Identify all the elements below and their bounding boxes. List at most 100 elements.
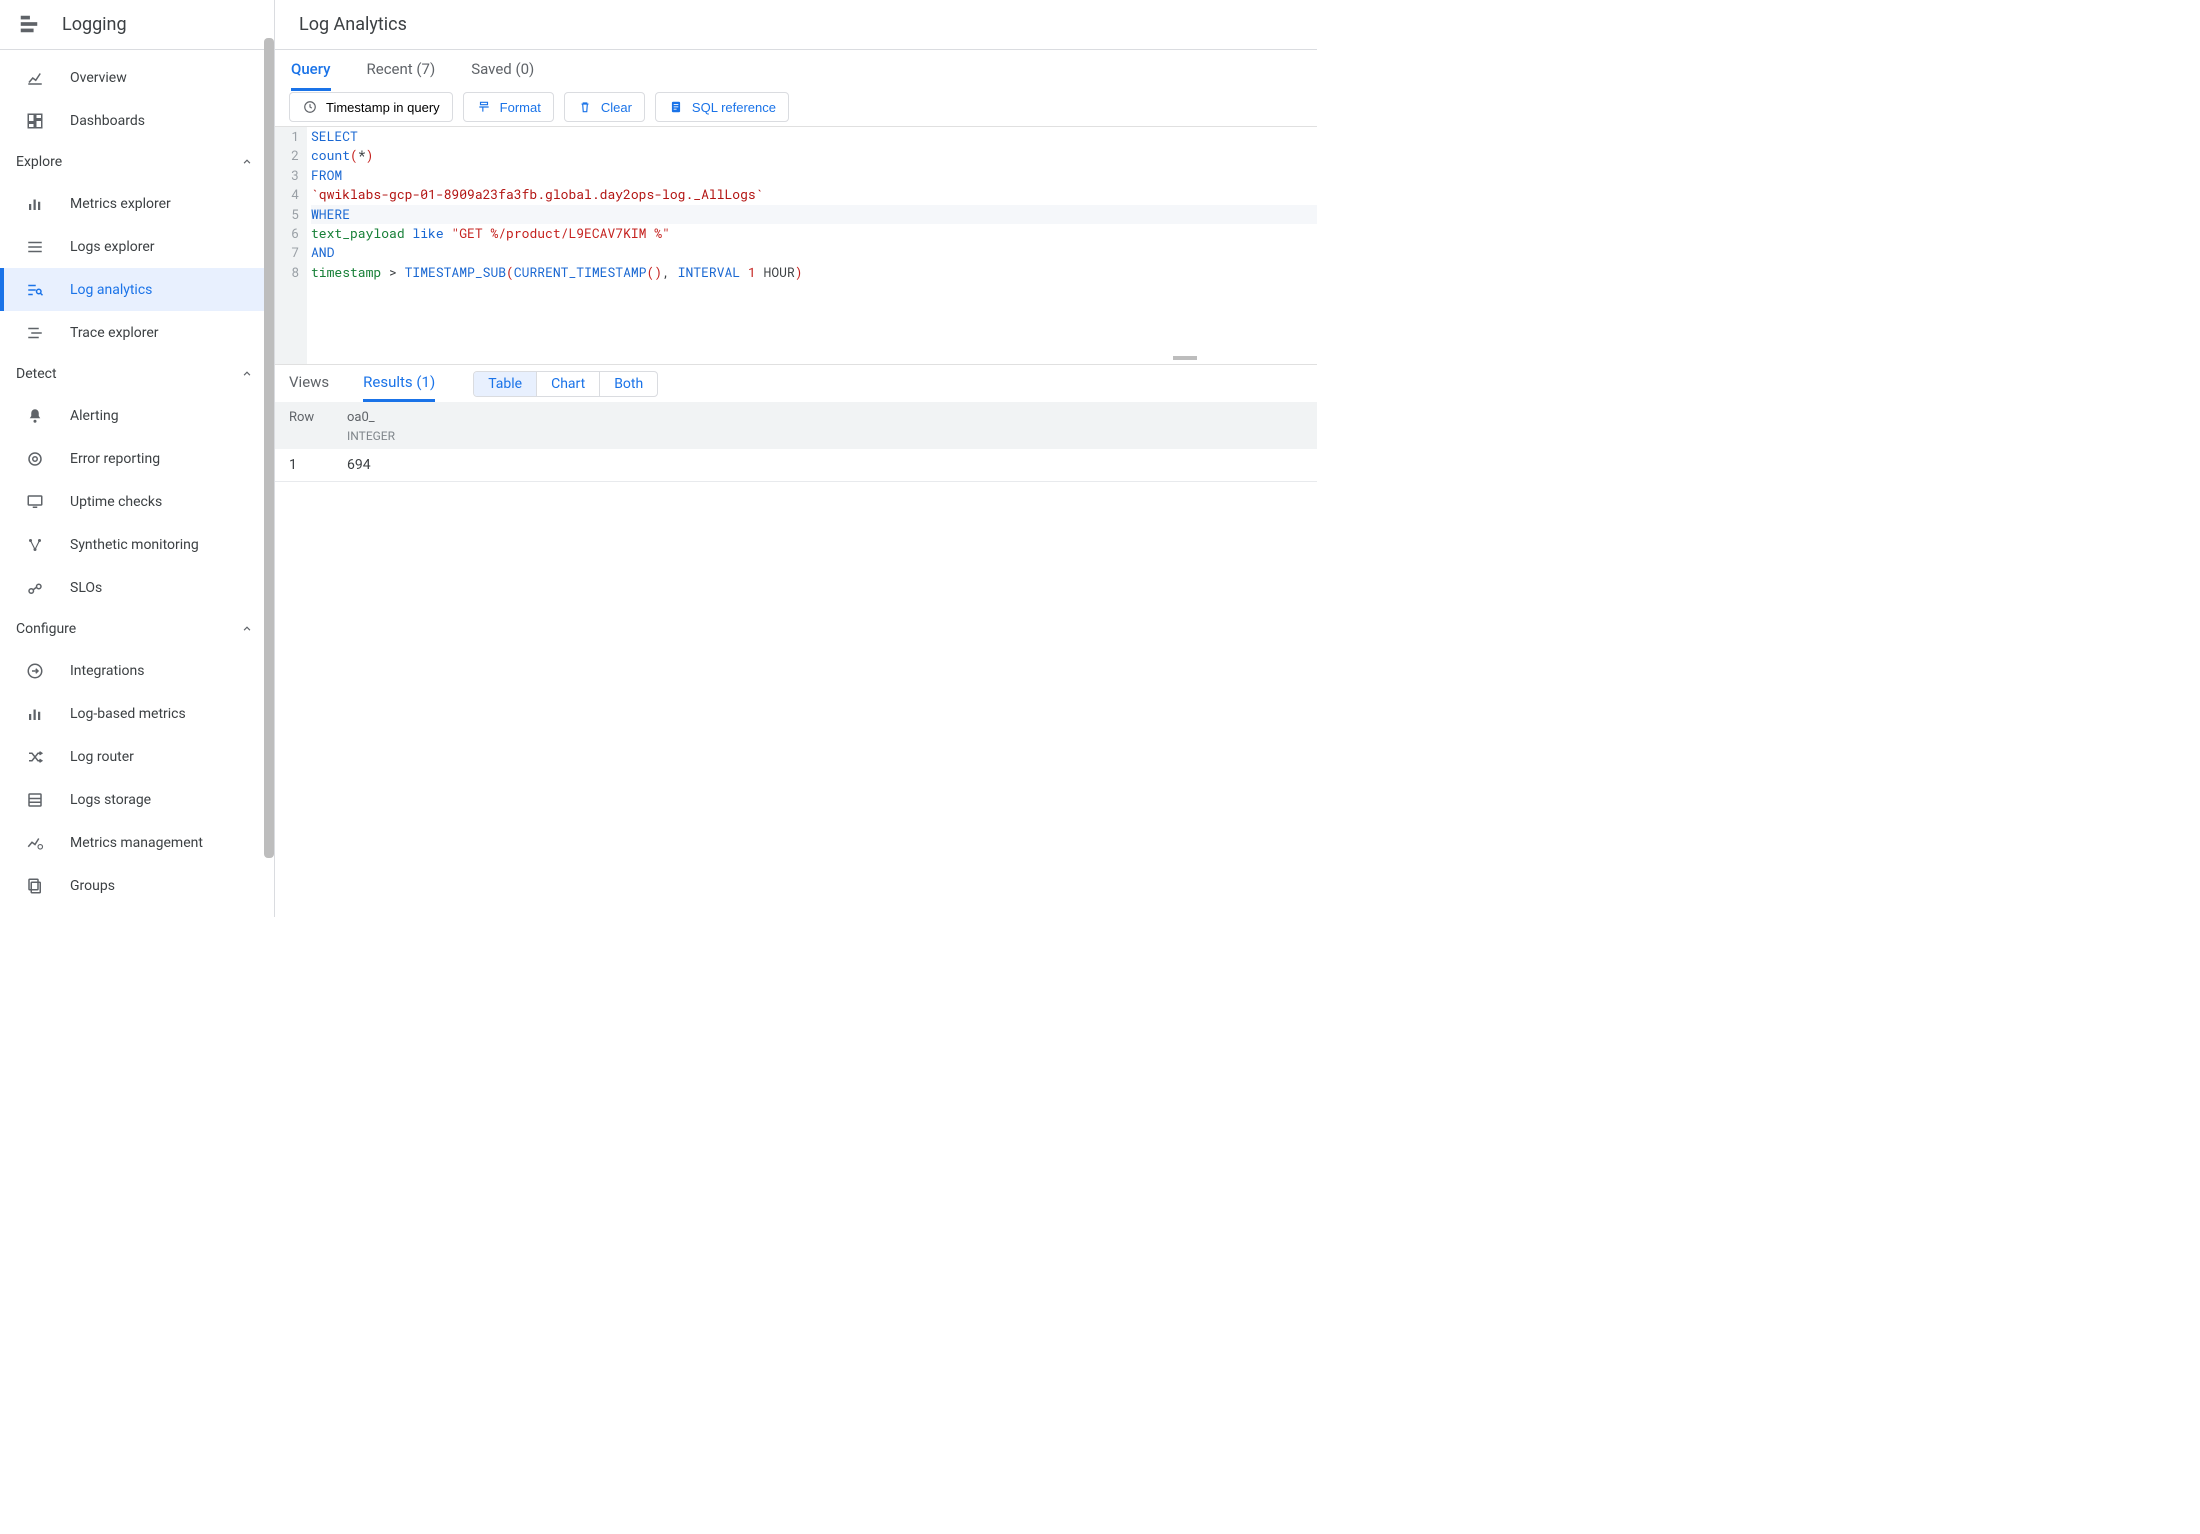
chevron-up-icon [240,622,254,636]
tab-recent[interactable]: Recent (7) [367,50,436,91]
nav-label: Log analytics [70,282,152,298]
cell-row: 1 [289,457,347,473]
col-value-label: oa0_ [347,410,395,425]
resize-handle[interactable] [1173,356,1197,360]
sql-editor[interactable]: 12345678 SELECTcount(*)FROM`qwiklabs-gcp… [275,126,1317,364]
sidebar-item-slos[interactable]: SLOs [0,566,274,609]
code-line[interactable]: AND [311,243,1317,262]
sidebar-item-trace-explorer[interactable]: Trace explorer [0,311,274,354]
sqlref-label: SQL reference [692,100,776,115]
nav-label: Uptime checks [70,494,162,510]
nav-label: Trace explorer [70,325,159,341]
nav-label: Overview [70,70,127,86]
sidebar-item-uptime-checks[interactable]: Uptime checks [0,480,274,523]
nodes-icon [24,536,46,554]
code-line[interactable]: SELECT [311,127,1317,146]
sidebar-header: Logging [0,0,274,50]
analytics-icon [24,69,46,87]
nav-label: Dashboards [70,113,145,129]
clock-icon [302,99,318,115]
main-tabs: Query Recent (7) Saved (0) [275,50,1317,90]
logging-product-icon [18,13,42,37]
page-title: Log Analytics [299,14,407,35]
code-line[interactable]: count(*) [311,146,1317,165]
bell-icon [24,407,46,425]
chevron-up-icon [240,367,254,381]
bar-icon [24,705,46,723]
code-line[interactable]: text_payload like "GET %/product/L9ECAV7… [311,224,1317,243]
doc-icon [668,99,684,115]
trash-icon [577,99,593,115]
sidebar-item-metrics-management[interactable]: Metrics management [0,821,274,864]
monitor-icon [24,493,46,511]
bar-icon [24,195,46,213]
code-line[interactable]: timestamp > TIMESTAMP_SUB(CURRENT_TIMEST… [311,263,1317,282]
section-explore[interactable]: Explore [0,142,274,182]
code-line[interactable]: FROM [311,166,1317,185]
format-icon [476,99,492,115]
sidebar-item-logs-explorer[interactable]: Logs explorer [0,225,274,268]
target-icon [24,450,46,468]
section-detect[interactable]: Detect [0,354,274,394]
sidebar-item-logs-storage[interactable]: Logs storage [0,778,274,821]
dashboard-icon [24,112,46,130]
results-bar: Views Results (1) TableChartBoth [275,364,1317,402]
lines-icon [24,238,46,256]
code-line[interactable]: `qwiklabs-gcp-01-8909a23fa3fb.global.day… [311,185,1317,204]
col-row-label: Row [289,410,347,443]
section-label: Configure [16,621,76,637]
col-value-type: INTEGER [347,429,395,443]
sidebar-item-synthetic-monitoring[interactable]: Synthetic monitoring [0,523,274,566]
view-mode-chart[interactable]: Chart [537,372,600,396]
results-tab-results[interactable]: Results (1) [363,365,435,402]
shuffle-icon [24,748,46,766]
sidebar-item-overview[interactable]: Overview [0,56,274,99]
sidebar: Logging Overview Dashboards Explore Metrics… [0,0,275,917]
sidebar-item-log-router[interactable]: Log router [0,735,274,778]
view-mode-both[interactable]: Both [600,372,657,396]
clear-button[interactable]: Clear [564,92,645,122]
section-label: Detect [16,366,57,382]
main-header: Log Analytics [275,0,1317,50]
results-tab-views[interactable]: Views [289,365,329,402]
main: Log Analytics Query Recent (7) Saved (0) T… [275,0,1317,917]
sidebar-item-metrics-explorer[interactable]: Metrics explorer [0,182,274,225]
tab-query[interactable]: Query [291,50,331,91]
format-button[interactable]: Format [463,92,554,122]
nav-label: Log router [70,749,134,765]
sidebar-scrollbar[interactable] [264,38,274,858]
sidebar-title: Logging [62,14,127,35]
sidebar-item-error-reporting[interactable]: Error reporting [0,437,274,480]
nav-label: SLOs [70,580,102,596]
sql-reference-button[interactable]: SQL reference [655,92,789,122]
nav-label: Metrics explorer [70,196,171,212]
sidebar-item-log-based-metrics[interactable]: Log-based metrics [0,692,274,735]
results-header: Row oa0_ INTEGER [275,402,1317,449]
nav-label: Synthetic monitoring [70,537,199,553]
trend-gear-icon [24,834,46,852]
view-mode-table[interactable]: Table [474,372,537,396]
nav-label: Error reporting [70,451,160,467]
indent-icon [24,324,46,342]
sidebar-item-groups[interactable]: Groups [0,864,274,907]
view-mode-group: TableChartBoth [473,371,658,397]
sidebar-item-dashboards[interactable]: Dashboards [0,99,274,142]
sidebar-item-log-analytics[interactable]: Log analytics [0,268,274,311]
nav-label: Logs explorer [70,239,155,255]
nav-label: Metrics management [70,835,203,851]
format-label: Format [500,100,541,115]
nav-label: Groups [70,878,115,894]
code-line[interactable]: WHERE [311,205,1317,224]
section-configure[interactable]: Configure [0,609,274,649]
copy-icon [24,877,46,895]
tab-saved[interactable]: Saved (0) [471,50,534,91]
timestamp-button[interactable]: Timestamp in query [289,92,453,122]
storage-icon [24,791,46,809]
nav-label: Alerting [70,408,119,424]
nav-label: Logs storage [70,792,151,808]
results-row[interactable]: 1694 [275,449,1317,482]
sidebar-item-alerting[interactable]: Alerting [0,394,274,437]
chevron-up-icon [240,155,254,169]
sidebar-item-integrations[interactable]: Integrations [0,649,274,692]
clear-label: Clear [601,100,632,115]
